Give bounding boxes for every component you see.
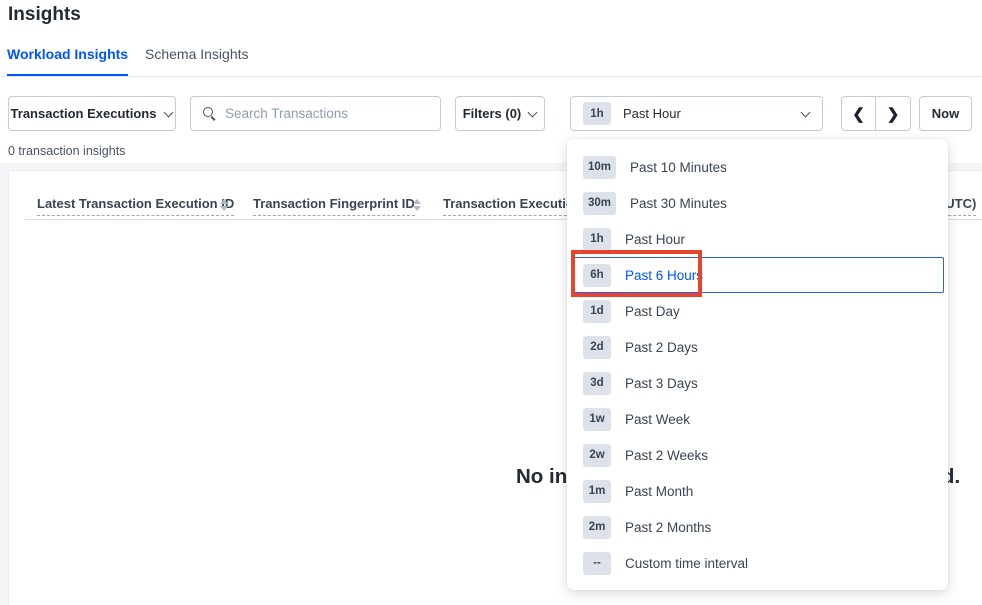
search-input[interactable]: [225, 106, 415, 121]
column-header-latest-transaction-execution-id[interactable]: Latest Transaction Execution ID: [37, 196, 234, 216]
time-option-label: Past 10 Minutes: [630, 160, 727, 175]
search-icon: [203, 107, 216, 120]
transaction-type-label: Transaction Executions: [11, 106, 157, 121]
next-time-button[interactable]: ❯: [876, 97, 910, 130]
time-option-label: Past 2 Months: [625, 520, 711, 535]
time-range-select[interactable]: 1h Past Hour: [570, 96, 823, 131]
transaction-type-select[interactable]: Transaction Executions: [8, 96, 176, 131]
time-option-10m[interactable]: 10m Past 10 Minutes: [571, 149, 944, 185]
sort-icon[interactable]: [220, 198, 228, 212]
time-option-badge: 1m: [583, 480, 611, 503]
time-option-label: Past 2 Weeks: [625, 448, 708, 463]
chevron-down-icon: [164, 109, 173, 118]
search-box: [190, 96, 441, 131]
time-option-badge: 6h: [583, 264, 611, 287]
time-option-label: Past 2 Days: [625, 340, 698, 355]
time-option-label: Past Day: [625, 304, 680, 319]
time-option-1d[interactable]: 1d Past Day: [571, 293, 944, 329]
time-option-badge: 2d: [583, 336, 611, 359]
time-option-label: Past 3 Days: [625, 376, 698, 391]
time-option-badge: 10m: [583, 156, 616, 179]
time-range-badge: 1h: [583, 102, 611, 125]
time-option-label: Past Month: [625, 484, 693, 499]
time-option-badge: --: [583, 552, 611, 575]
time-option-label: Past Week: [625, 412, 690, 427]
page-title: Insights: [8, 4, 81, 26]
filters-label: Filters (0): [463, 106, 522, 121]
time-option-label: Past 6 Hours: [625, 268, 703, 283]
time-option-label: Past 30 Minutes: [630, 196, 727, 211]
time-option-1w[interactable]: 1w Past Week: [571, 401, 944, 437]
time-option-badge: 3d: [583, 372, 611, 395]
tab-schema-label: Schema Insights: [145, 46, 249, 62]
time-option-2w[interactable]: 2w Past 2 Weeks: [571, 437, 944, 473]
time-option-30m[interactable]: 30m Past 30 Minutes: [571, 185, 944, 221]
sort-icon[interactable]: [413, 198, 421, 212]
time-nav-arrows: ❮ ❯: [841, 96, 911, 131]
column-header-transaction-execution[interactable]: Transaction Execution: [443, 196, 582, 216]
tab-bar: Workload Insights Schema Insights: [0, 46, 982, 77]
filters-button[interactable]: Filters (0): [455, 96, 545, 131]
prev-time-button[interactable]: ❮: [842, 97, 876, 130]
chevron-down-icon: [801, 109, 810, 118]
now-label: Now: [932, 106, 959, 121]
tab-workload-insights[interactable]: Workload Insights: [7, 46, 128, 62]
time-option-badge: 2m: [583, 516, 611, 539]
insights-count: 0 transaction insights: [8, 144, 125, 158]
time-option-label: Past Hour: [625, 232, 685, 247]
time-option-badge: 2w: [583, 444, 611, 467]
tab-workload-label: Workload Insights: [7, 46, 128, 62]
time-option-2d[interactable]: 2d Past 2 Days: [571, 329, 944, 365]
time-option-1m[interactable]: 1m Past Month: [571, 473, 944, 509]
time-option-badge: 1d: [583, 300, 611, 323]
time-option-badge: 1w: [583, 408, 611, 431]
time-option-badge: 1h: [583, 228, 611, 251]
now-button[interactable]: Now: [919, 96, 972, 131]
time-option-badge: 30m: [583, 192, 616, 215]
time-option-1h[interactable]: 1h Past Hour: [571, 221, 944, 257]
column-header-transaction-fingerprint-id[interactable]: Transaction Fingerprint ID: [253, 196, 415, 216]
tab-schema-insights[interactable]: Schema Insights: [145, 46, 249, 62]
time-option-label: Custom time interval: [625, 556, 748, 571]
time-option-6h[interactable]: 6h Past 6 Hours: [571, 257, 944, 293]
insights-page: Insights Workload Insights Schema Insigh…: [0, 0, 982, 605]
time-option-3d[interactable]: 3d Past 3 Days: [571, 365, 944, 401]
time-range-label: Past Hour: [623, 106, 681, 121]
time-option-2m[interactable]: 2m Past 2 Months: [571, 509, 944, 545]
time-range-dropdown: 10m Past 10 Minutes 30m Past 30 Minutes …: [567, 139, 948, 590]
chevron-down-icon: [528, 109, 537, 118]
time-option-custom[interactable]: -- Custom time interval: [571, 545, 944, 581]
active-tab-underline: [7, 74, 128, 76]
